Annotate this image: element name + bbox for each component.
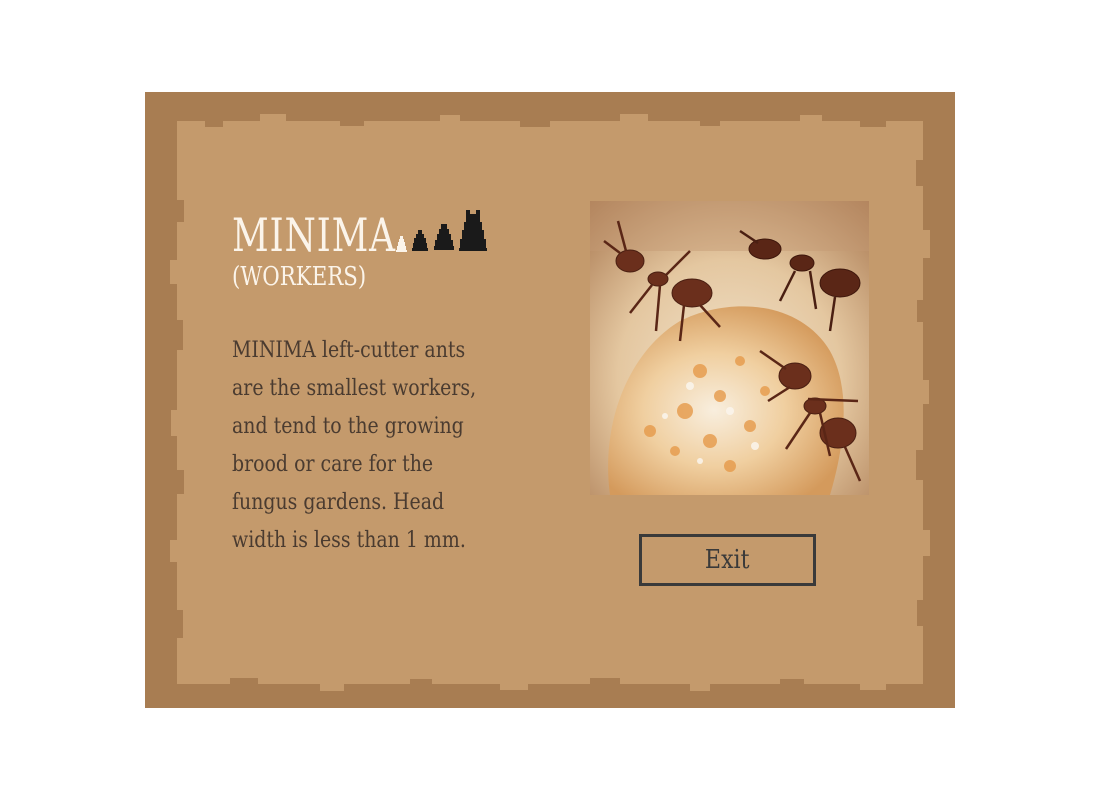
media-ant-icon: [434, 224, 454, 250]
caste-description: MINIMA left-cutter ants are the smallest…: [232, 338, 477, 553]
caste-size-icons: [394, 208, 488, 252]
exit-button[interactable]: Exit: [639, 534, 816, 586]
caste-title: MINIMA: [232, 208, 396, 262]
caste-subtitle: (WORKERS): [232, 262, 367, 292]
major-ant-icon: [459, 210, 487, 251]
exit-button-label: Exit: [705, 545, 750, 575]
minor-ant-icon: [412, 230, 428, 251]
minima-ant-icon: [396, 236, 407, 252]
leafcutter-ants-on-fungus-photo: [590, 201, 869, 495]
title-row: MINIMA: [232, 198, 488, 258]
